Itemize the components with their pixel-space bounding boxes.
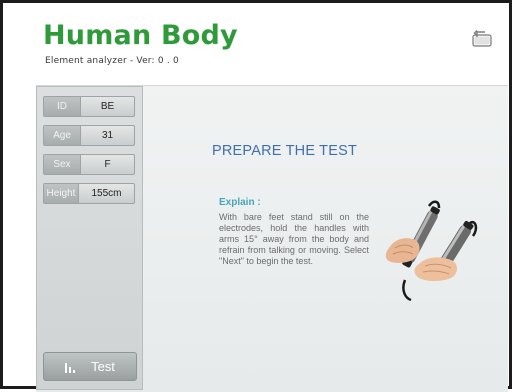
back-button[interactable] (471, 29, 493, 49)
prepare-heading: PREPARE THE TEST (212, 143, 358, 159)
sex-value: F (104, 159, 111, 170)
hands-electrode-illustration (385, 200, 478, 302)
sex-field[interactable]: Sex F (43, 154, 135, 175)
explain-title: Explain : (219, 197, 261, 208)
age-value: 31 (101, 130, 114, 141)
app-subtitle: Element analyzer - Ver: 0 . 0 (45, 56, 179, 66)
patient-sidebar: ID BE Age 31 Sex F Height 155cm Test (36, 86, 143, 390)
back-icon (472, 30, 492, 47)
age-label: Age (44, 126, 81, 145)
id-value: BE (100, 101, 115, 112)
app-title: Human Body (43, 20, 238, 51)
test-button[interactable]: Test (43, 352, 137, 381)
height-value: 155cm (91, 188, 122, 199)
bar-chart-icon (65, 363, 76, 373)
app-window: Human Body Element analyzer - Ver: 0 . 0… (0, 0, 512, 392)
sex-label: Sex (44, 155, 81, 174)
id-field[interactable]: ID BE (43, 96, 135, 117)
height-label: Height (44, 184, 79, 203)
id-label: ID (44, 97, 81, 116)
age-field[interactable]: Age 31 (43, 125, 135, 146)
explain-text: With bare feet stand still on the electr… (219, 212, 369, 266)
height-field[interactable]: Height 155cm (43, 183, 135, 204)
test-button-label: Test (91, 359, 115, 374)
main-panel: ID BE Age 31 Sex F Height 155cm Test PRE… (36, 85, 508, 392)
